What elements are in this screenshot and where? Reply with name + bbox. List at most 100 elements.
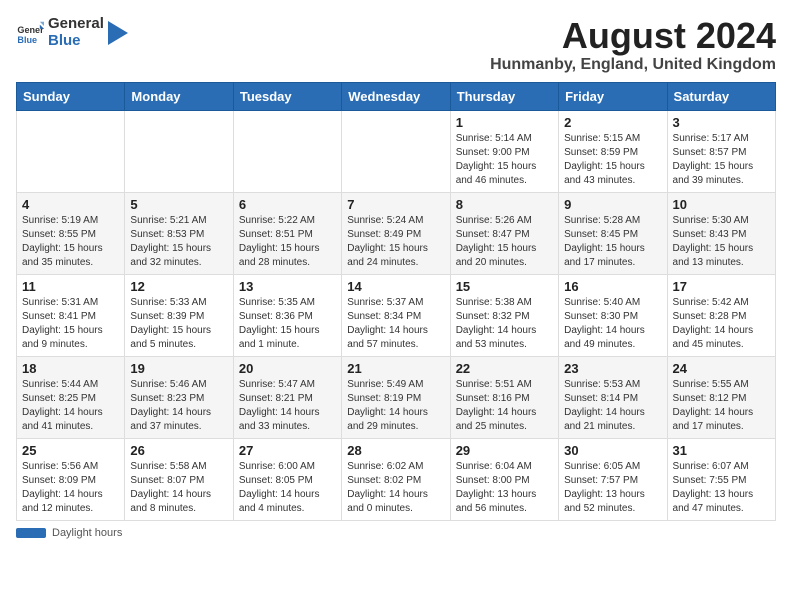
calendar-cell — [125, 110, 233, 192]
calendar-cell: 21 Sunrise: 5:49 AM Sunset: 8:19 PM Dayli… — [342, 356, 450, 438]
day-number: 6 — [239, 197, 336, 212]
day-info: Sunrise: 6:02 AM Sunset: 8:02 PM Dayligh… — [347, 460, 444, 516]
day-number: 14 — [347, 279, 444, 294]
day-info: Sunrise: 5:58 AM Sunset: 8:07 PM Dayligh… — [130, 460, 227, 516]
day-number: 8 — [456, 197, 553, 212]
day-number: 16 — [564, 279, 661, 294]
calendar-cell: 18 Sunrise: 5:44 AM Sunset: 8:25 PM Dayli… — [17, 356, 125, 438]
day-info: Sunrise: 5:55 AM Sunset: 8:12 PM Dayligh… — [673, 378, 770, 434]
day-info: Sunrise: 5:53 AM Sunset: 8:14 PM Dayligh… — [564, 378, 661, 434]
calendar-cell: 23 Sunrise: 5:53 AM Sunset: 8:14 PM Dayli… — [559, 356, 667, 438]
day-number: 18 — [22, 361, 119, 376]
day-number: 22 — [456, 361, 553, 376]
day-number: 26 — [130, 443, 227, 458]
day-number: 19 — [130, 361, 227, 376]
calendar-cell: 1Sunrise: 5:14 AM Sunset: 9:00 PM Daylig… — [450, 110, 558, 192]
calendar-cell: 3 Sunrise: 5:17 AM Sunset: 8:57 PM Daylig… — [667, 110, 775, 192]
calendar-cell: 10 Sunrise: 5:30 AM Sunset: 8:43 PM Dayli… — [667, 192, 775, 274]
day-info: Sunrise: 5:31 AM Sunset: 8:41 PM Dayligh… — [22, 296, 119, 352]
day-info: Sunrise: 5:14 AM Sunset: 9:00 PM Dayligh… — [456, 132, 553, 188]
calendar-table: SundayMondayTuesdayWednesdayThursdayFrid… — [16, 82, 776, 521]
day-info: Sunrise: 5:22 AM Sunset: 8:51 PM Dayligh… — [239, 214, 336, 270]
footer-note: Daylight hours — [16, 527, 776, 539]
location-subtitle: Hunmanby, England, United Kingdom — [490, 56, 776, 74]
day-number: 24 — [673, 361, 770, 376]
column-header-tuesday: Tuesday — [233, 82, 341, 110]
column-header-saturday: Saturday — [667, 82, 775, 110]
day-number: 21 — [347, 361, 444, 376]
day-info: Sunrise: 6:05 AM Sunset: 7:57 PM Dayligh… — [564, 460, 661, 516]
day-info: Sunrise: 5:44 AM Sunset: 8:25 PM Dayligh… — [22, 378, 119, 434]
calendar-week-row: 18 Sunrise: 5:44 AM Sunset: 8:25 PM Dayli… — [17, 356, 776, 438]
calendar-week-row: 4Sunrise: 5:19 AM Sunset: 8:55 PM Daylig… — [17, 192, 776, 274]
calendar-cell: 29 Sunrise: 6:04 AM Sunset: 8:00 PM Dayli… — [450, 438, 558, 520]
day-number: 20 — [239, 361, 336, 376]
day-info: Sunrise: 5:30 AM Sunset: 8:43 PM Dayligh… — [673, 214, 770, 270]
day-info: Sunrise: 5:38 AM Sunset: 8:32 PM Dayligh… — [456, 296, 553, 352]
day-info: Sunrise: 5:37 AM Sunset: 8:34 PM Dayligh… — [347, 296, 444, 352]
calendar-cell: 19Sunrise: 5:46 AM Sunset: 8:23 PM Dayli… — [125, 356, 233, 438]
day-info: Sunrise: 6:04 AM Sunset: 8:00 PM Dayligh… — [456, 460, 553, 516]
logo-arrow-icon — [108, 21, 128, 45]
day-number: 30 — [564, 443, 661, 458]
calendar-cell: 2Sunrise: 5:15 AM Sunset: 8:59 PM Daylig… — [559, 110, 667, 192]
day-number: 12 — [130, 279, 227, 294]
day-info: Sunrise: 5:33 AM Sunset: 8:39 PM Dayligh… — [130, 296, 227, 352]
column-header-thursday: Thursday — [450, 82, 558, 110]
calendar-cell: 9 Sunrise: 5:28 AM Sunset: 8:45 PM Daylig… — [559, 192, 667, 274]
day-number: 28 — [347, 443, 444, 458]
day-info: Sunrise: 5:49 AM Sunset: 8:19 PM Dayligh… — [347, 378, 444, 434]
day-number: 27 — [239, 443, 336, 458]
calendar-cell: 25 Sunrise: 5:56 AM Sunset: 8:09 PM Dayli… — [17, 438, 125, 520]
day-number: 3 — [673, 115, 770, 130]
column-header-sunday: Sunday — [17, 82, 125, 110]
svg-text:Blue: Blue — [17, 34, 37, 44]
day-info: Sunrise: 5:28 AM Sunset: 8:45 PM Dayligh… — [564, 214, 661, 270]
day-number: 25 — [22, 443, 119, 458]
day-number: 11 — [22, 279, 119, 294]
logo-general: General — [48, 16, 104, 33]
header: General Blue General Blue August 2024 Hu… — [16, 16, 776, 74]
day-number: 4 — [22, 197, 119, 212]
month-year-title: August 2024 — [490, 16, 776, 56]
calendar-cell: 15 Sunrise: 5:38 AM Sunset: 8:32 PM Dayli… — [450, 274, 558, 356]
day-number: 13 — [239, 279, 336, 294]
day-info: Sunrise: 5:40 AM Sunset: 8:30 PM Dayligh… — [564, 296, 661, 352]
column-header-wednesday: Wednesday — [342, 82, 450, 110]
day-info: Sunrise: 6:07 AM Sunset: 7:55 PM Dayligh… — [673, 460, 770, 516]
calendar-cell: 7Sunrise: 5:24 AM Sunset: 8:49 PM Daylig… — [342, 192, 450, 274]
day-number: 23 — [564, 361, 661, 376]
calendar-cell: 4Sunrise: 5:19 AM Sunset: 8:55 PM Daylig… — [17, 192, 125, 274]
calendar-cell: 17 Sunrise: 5:42 AM Sunset: 8:28 PM Dayli… — [667, 274, 775, 356]
day-number: 15 — [456, 279, 553, 294]
calendar-week-row: 25 Sunrise: 5:56 AM Sunset: 8:09 PM Dayli… — [17, 438, 776, 520]
logo-icon: General Blue — [16, 19, 44, 47]
day-info: Sunrise: 6:00 AM Sunset: 8:05 PM Dayligh… — [239, 460, 336, 516]
column-header-friday: Friday — [559, 82, 667, 110]
day-number: 10 — [673, 197, 770, 212]
logo: General Blue General Blue — [16, 16, 128, 49]
day-number: 31 — [673, 443, 770, 458]
daylight-label: Daylight hours — [52, 527, 122, 539]
day-info: Sunrise: 5:17 AM Sunset: 8:57 PM Dayligh… — [673, 132, 770, 188]
calendar-cell — [233, 110, 341, 192]
day-number: 5 — [130, 197, 227, 212]
day-info: Sunrise: 5:42 AM Sunset: 8:28 PM Dayligh… — [673, 296, 770, 352]
calendar-cell: 22 Sunrise: 5:51 AM Sunset: 8:16 PM Dayli… — [450, 356, 558, 438]
day-number: 9 — [564, 197, 661, 212]
calendar-cell: 26 Sunrise: 5:58 AM Sunset: 8:07 PM Dayli… — [125, 438, 233, 520]
day-number: 17 — [673, 279, 770, 294]
calendar-week-row: 11 Sunrise: 5:31 AM Sunset: 8:41 PM Dayli… — [17, 274, 776, 356]
calendar-cell — [342, 110, 450, 192]
day-info: Sunrise: 5:51 AM Sunset: 8:16 PM Dayligh… — [456, 378, 553, 434]
calendar-cell: 14 Sunrise: 5:37 AM Sunset: 8:34 PM Dayli… — [342, 274, 450, 356]
calendar-cell: 8Sunrise: 5:26 AM Sunset: 8:47 PM Daylig… — [450, 192, 558, 274]
day-info: Sunrise: 5:15 AM Sunset: 8:59 PM Dayligh… — [564, 132, 661, 188]
day-number: 7 — [347, 197, 444, 212]
calendar-cell: 6 Sunrise: 5:22 AM Sunset: 8:51 PM Daylig… — [233, 192, 341, 274]
calendar-cell: 16 Sunrise: 5:40 AM Sunset: 8:30 PM Dayli… — [559, 274, 667, 356]
day-number: 29 — [456, 443, 553, 458]
day-info: Sunrise: 5:56 AM Sunset: 8:09 PM Dayligh… — [22, 460, 119, 516]
calendar-header-row: SundayMondayTuesdayWednesdayThursdayFrid… — [17, 82, 776, 110]
calendar-cell: 24 Sunrise: 5:55 AM Sunset: 8:12 PM Dayli… — [667, 356, 775, 438]
